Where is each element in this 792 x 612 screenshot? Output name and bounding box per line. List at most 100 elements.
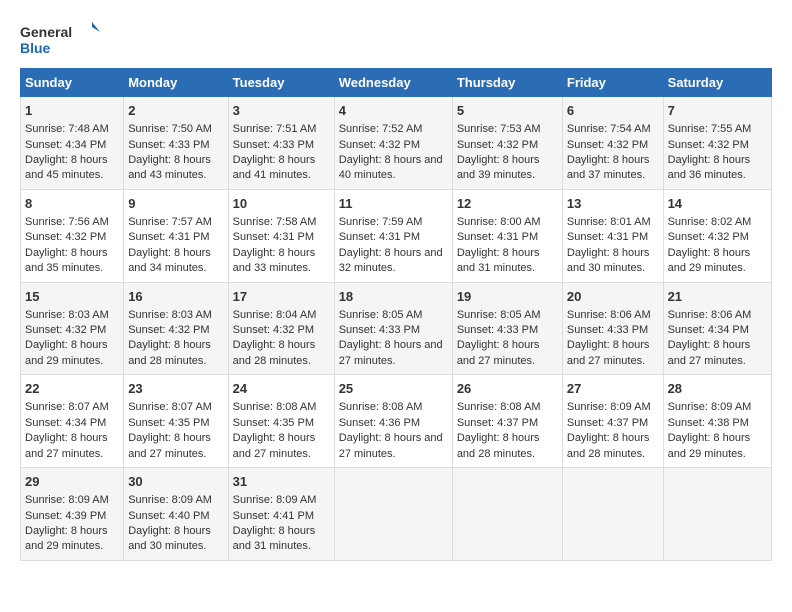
calendar-cell: 25 Sunrise: 8:08 AM Sunset: 4:36 PM Dayligh… (334, 375, 452, 468)
calendar-cell: 23Sunrise: 8:07 AMSunset: 4:35 PMDayligh… (124, 375, 228, 468)
sunset-time: Sunset: 4:33 PM (567, 324, 648, 336)
sunset-time: Sunset: 4:33 PM (233, 139, 314, 151)
page-header: General Blue (20, 20, 772, 60)
sunrise-time: Sunrise: 8:05 AM (457, 309, 541, 321)
week-row-5: 29Sunrise: 8:09 AMSunset: 4:39 PMDayligh… (21, 468, 772, 561)
column-header-wednesday: Wednesday (334, 69, 452, 97)
daylight-hours: Daylight: 8 hours and 27 minutes. (128, 432, 211, 459)
daylight-hours: Daylight: 8 hours and 30 minutes. (567, 247, 650, 274)
calendar-cell (334, 468, 452, 561)
calendar-cell: 26Sunrise: 8:08 AMSunset: 4:37 PMDayligh… (452, 375, 562, 468)
sunset-time: Sunset: 4:33 PM (128, 139, 209, 151)
sunset-time: Sunset: 4:32 PM (233, 324, 314, 336)
daylight-hours: Daylight: 8 hours and 29 minutes. (25, 525, 108, 552)
calendar-cell: 17Sunrise: 8:04 AMSunset: 4:32 PMDayligh… (228, 282, 334, 375)
svg-text:Blue: Blue (20, 40, 51, 56)
calendar-cell: 8Sunrise: 7:56 AMSunset: 4:32 PMDaylight… (21, 189, 124, 282)
sunrise-time: Sunrise: 8:09 AM (128, 494, 212, 506)
daylight-hours: Daylight: 8 hours and 29 minutes. (668, 247, 751, 274)
day-number: 26 (457, 380, 558, 398)
daylight-hours: Daylight: 8 hours and 30 minutes. (128, 525, 211, 552)
calendar-cell: 15Sunrise: 8:03 AMSunset: 4:32 PMDayligh… (21, 282, 124, 375)
calendar-cell: 28Sunrise: 8:09 AMSunset: 4:38 PMDayligh… (663, 375, 771, 468)
sunset-time: Sunset: 4:32 PM (25, 231, 106, 243)
daylight-hours: Daylight: 8 hours and 32 minutes. (339, 247, 443, 274)
sunrise-time: Sunrise: 7:54 AM (567, 123, 651, 135)
sunrise-time: Sunrise: 8:09 AM (668, 401, 752, 413)
day-number: 6 (567, 102, 659, 120)
calendar-cell: 22Sunrise: 8:07 AMSunset: 4:34 PMDayligh… (21, 375, 124, 468)
day-number: 30 (128, 473, 223, 491)
week-row-2: 8Sunrise: 7:56 AMSunset: 4:32 PMDaylight… (21, 189, 772, 282)
calendar-cell: 7Sunrise: 7:55 AMSunset: 4:32 PMDaylight… (663, 97, 771, 190)
column-header-thursday: Thursday (452, 69, 562, 97)
calendar-cell: 10Sunrise: 7:58 AMSunset: 4:31 PMDayligh… (228, 189, 334, 282)
day-number: 18 (339, 288, 448, 306)
sunrise-time: Sunrise: 8:01 AM (567, 216, 651, 228)
day-number: 16 (128, 288, 223, 306)
sunset-time: Sunset: 4:31 PM (339, 231, 420, 243)
daylight-hours: Daylight: 8 hours and 37 minutes. (567, 154, 650, 181)
sunset-time: Sunset: 4:32 PM (668, 231, 749, 243)
column-header-tuesday: Tuesday (228, 69, 334, 97)
day-number: 5 (457, 102, 558, 120)
daylight-hours: Daylight: 8 hours and 41 minutes. (233, 154, 316, 181)
sunrise-time: Sunrise: 7:53 AM (457, 123, 541, 135)
day-number: 23 (128, 380, 223, 398)
daylight-hours: Daylight: 8 hours and 36 minutes. (668, 154, 751, 181)
calendar-cell: 30Sunrise: 8:09 AMSunset: 4:40 PMDayligh… (124, 468, 228, 561)
day-number: 9 (128, 195, 223, 213)
column-header-sunday: Sunday (21, 69, 124, 97)
daylight-hours: Daylight: 8 hours and 45 minutes. (25, 154, 108, 181)
sunset-time: Sunset: 4:38 PM (668, 417, 749, 429)
sunrise-time: Sunrise: 8:09 AM (25, 494, 109, 506)
calendar-table: SundayMondayTuesdayWednesdayThursdayFrid… (20, 68, 772, 561)
sunset-time: Sunset: 4:32 PM (668, 139, 749, 151)
calendar-cell: 2 Sunrise: 7:50 AM Sunset: 4:33 PM Daylight… (124, 97, 228, 190)
daylight-hours: Daylight: 8 hours and 43 minutes. (128, 154, 211, 181)
daylight-hours: Daylight: 8 hours and 33 minutes. (233, 247, 316, 274)
day-number: 12 (457, 195, 558, 213)
day-number: 3 (233, 102, 330, 120)
daylight-hours: Daylight: 8 hours and 31 minutes. (233, 525, 316, 552)
day-number: 21 (668, 288, 767, 306)
calendar-cell: 4Sunrise: 7:52 AMSunset: 4:32 PMDaylight… (334, 97, 452, 190)
sunrise-time: Sunrise: 8:08 AM (339, 401, 423, 413)
day-number: 7 (668, 102, 767, 120)
sunset-time: Sunset: 4:36 PM (339, 417, 420, 429)
sunset-time: Sunset: 4:31 PM (567, 231, 648, 243)
week-row-3: 15Sunrise: 8:03 AMSunset: 4:32 PMDayligh… (21, 282, 772, 375)
calendar-cell: 14Sunrise: 8:02 AMSunset: 4:32 PMDayligh… (663, 189, 771, 282)
sunrise-time: Sunrise: 8:08 AM (233, 401, 317, 413)
logo-icon: General Blue (20, 20, 100, 60)
column-header-saturday: Saturday (663, 69, 771, 97)
sunrise-time: Sunrise: 8:09 AM (233, 494, 317, 506)
day-number: 27 (567, 380, 659, 398)
sunset-time: Sunset: 4:32 PM (567, 139, 648, 151)
week-row-1: 1Sunrise: 7:48 AMSunset: 4:34 PMDaylight… (21, 97, 772, 190)
day-number: 25 (339, 380, 448, 398)
daylight-hours: Daylight: 8 hours and 31 minutes. (457, 247, 540, 274)
sunset-time: Sunset: 4:32 PM (25, 324, 106, 336)
daylight-hours: Daylight: 8 hours and 27 minutes. (339, 432, 443, 459)
sunrise-time: Sunrise: 7:50 AM (128, 123, 212, 135)
sunset-time: Sunset: 4:37 PM (457, 417, 538, 429)
calendar-cell: 9Sunrise: 7:57 AMSunset: 4:31 PMDaylight… (124, 189, 228, 282)
calendar-cell: 6 Sunrise: 7:54 AM Sunset: 4:32 PM Daylight… (562, 97, 663, 190)
sunrise-time: Sunrise: 7:59 AM (339, 216, 423, 228)
calendar-cell: 16Sunrise: 8:03 AMSunset: 4:32 PMDayligh… (124, 282, 228, 375)
sunrise-time: Sunrise: 8:04 AM (233, 309, 317, 321)
calendar-cell: 1Sunrise: 7:48 AMSunset: 4:34 PMDaylight… (21, 97, 124, 190)
sunrise-time: Sunrise: 8:00 AM (457, 216, 541, 228)
sunset-time: Sunset: 4:33 PM (457, 324, 538, 336)
column-header-friday: Friday (562, 69, 663, 97)
week-row-4: 22Sunrise: 8:07 AMSunset: 4:34 PMDayligh… (21, 375, 772, 468)
day-number: 2 (128, 102, 223, 120)
day-number: 10 (233, 195, 330, 213)
daylight-hours: Daylight: 8 hours and 39 minutes. (457, 154, 540, 181)
calendar-cell: 5Sunrise: 7:53 AMSunset: 4:32 PMDaylight… (452, 97, 562, 190)
daylight-hours: Daylight: 8 hours and 28 minutes. (567, 432, 650, 459)
calendar-cell: 31Sunrise: 8:09 AMSunset: 4:41 PMDayligh… (228, 468, 334, 561)
sunrise-time: Sunrise: 8:03 AM (25, 309, 109, 321)
day-number: 31 (233, 473, 330, 491)
